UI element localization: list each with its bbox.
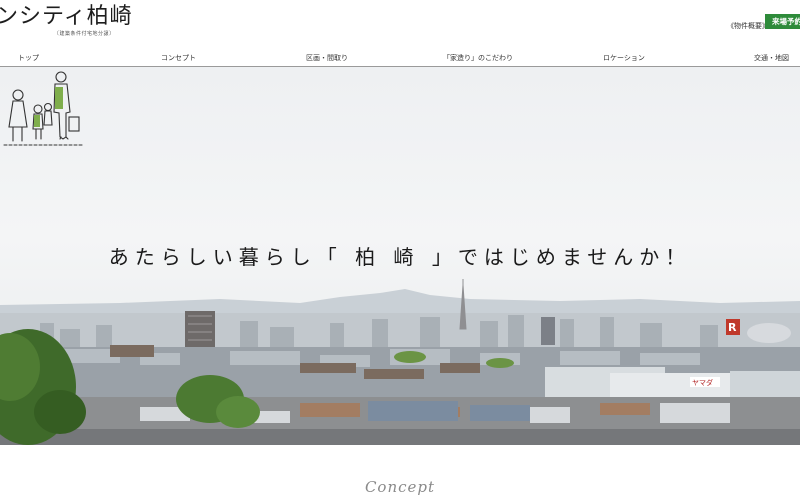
nav-item-plots[interactable]: 区画・間取り: [306, 53, 348, 63]
site-header: ンシティ柏崎 〔建築条件付宅地分譲〕 《物件概要》 来場予約: [0, 0, 800, 46]
nav-item-access[interactable]: 交通・地図: [754, 53, 789, 63]
nav-item-concept[interactable]: コンセプト: [161, 53, 196, 63]
nav-item-top[interactable]: トップ: [18, 53, 39, 63]
visit-reservation-button[interactable]: 来場予約: [765, 14, 800, 29]
site-logo[interactable]: ンシティ柏崎 〔建築条件付宅地分譲〕: [0, 4, 133, 37]
family-illustration: [3, 71, 83, 146]
svg-text:R: R: [728, 321, 737, 334]
concept-heading: Concept: [364, 478, 436, 496]
hero-tagline: あたらしい暮らし「 柏 崎 」ではじめませんか！: [108, 245, 692, 269]
logo-subtitle: 〔建築条件付宅地分譲〕: [54, 31, 115, 37]
property-outline-link[interactable]: 《物件概要》: [727, 21, 769, 31]
nav-item-location[interactable]: ロケーション: [603, 53, 645, 63]
logo-title: ンシティ柏崎: [0, 4, 133, 29]
hero-section: R ヤマダ あたらしい暮らし「 柏 崎 」ではじめませんか！: [0, 67, 800, 445]
roof-sign: ヤマダ: [692, 378, 713, 387]
main-nav: トップ コンセプト 区画・間取り 「家造り」のこだわり ロケーション 交通・地図: [0, 46, 800, 67]
nav-item-house-building[interactable]: 「家造り」のこだわり: [443, 53, 513, 63]
